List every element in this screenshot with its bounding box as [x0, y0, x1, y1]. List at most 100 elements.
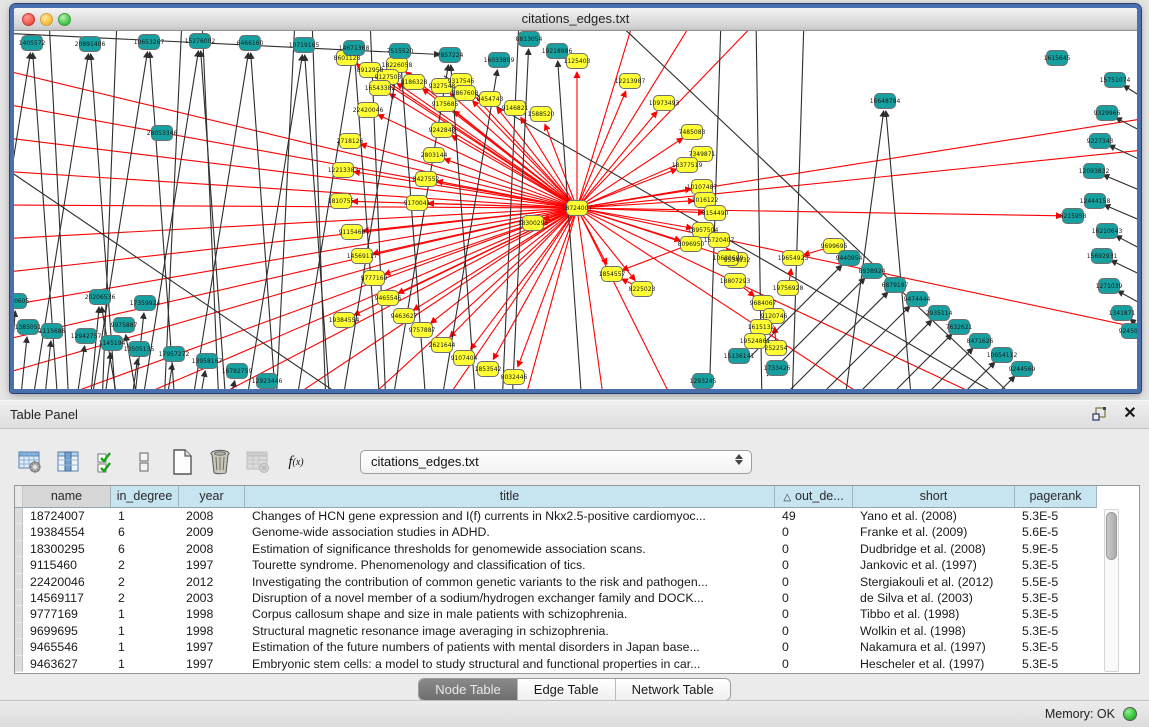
- table-cell[interactable]: 1998: [179, 623, 245, 639]
- table-cell[interactable]: 9463627: [23, 656, 111, 672]
- table-cell[interactable]: 2012: [179, 574, 245, 590]
- table-cell[interactable]: 9465546: [23, 639, 111, 655]
- table-cell[interactable]: 0: [775, 557, 853, 573]
- table-scrollbar-thumb[interactable]: [1106, 512, 1117, 560]
- table-cell[interactable]: 5.3E-5: [1015, 656, 1097, 672]
- table-cell[interactable]: 18300295: [23, 541, 111, 557]
- table-cell[interactable]: 0: [775, 524, 853, 540]
- table-cell[interactable]: 9115460: [23, 557, 111, 573]
- table-cell[interactable]: 5.9E-5: [1015, 541, 1097, 557]
- table-cell[interactable]: 5.3E-5: [1015, 639, 1097, 655]
- table-cell[interactable]: 5.3E-5: [1015, 623, 1097, 639]
- table-cell[interactable]: Investigating the contribution of common…: [245, 574, 775, 590]
- table-row[interactable]: 911546021997Tourette syndrome. Phenomeno…: [15, 557, 1139, 573]
- table-cell[interactable]: de Silva et al. (2003): [853, 590, 1015, 606]
- table-cell[interactable]: 2008: [179, 541, 245, 557]
- table-cell[interactable]: 9699695: [23, 623, 111, 639]
- table-cell[interactable]: 49: [775, 508, 853, 524]
- delete-icon[interactable]: [206, 447, 234, 477]
- table-cell[interactable]: 1: [111, 656, 179, 672]
- table-row[interactable]: 1456911722003Disruption of a novel membe…: [15, 590, 1139, 606]
- network-window-titlebar[interactable]: citations_edges.txt: [14, 8, 1137, 31]
- table-cell[interactable]: Embryonic stem cells: a model to study s…: [245, 656, 775, 672]
- table-cell[interactable]: 6: [111, 524, 179, 540]
- function-builder-icon[interactable]: f(x): [282, 447, 310, 477]
- table-cell[interactable]: Nakamura et al. (1997): [853, 639, 1015, 655]
- table-cell[interactable]: Hescheler et al. (1997): [853, 656, 1015, 672]
- table-cell[interactable]: 1998: [179, 606, 245, 622]
- table-cell[interactable]: Jankovic et al. (1997): [853, 557, 1015, 573]
- table-cell[interactable]: 9777169: [23, 606, 111, 622]
- table-row[interactable]: 1938455462009Genome-wide association stu…: [15, 524, 1139, 540]
- table-cell[interactable]: Estimation of the future numbers of pati…: [245, 639, 775, 655]
- table-cell[interactable]: 0: [775, 541, 853, 557]
- table-settings-icon[interactable]: [16, 447, 44, 477]
- table-cell[interactable]: 1: [111, 623, 179, 639]
- table-cell[interactable]: 0: [775, 623, 853, 639]
- table-cell[interactable]: 1997: [179, 656, 245, 672]
- table-cell[interactable]: 1: [111, 606, 179, 622]
- table-cell[interactable]: 2: [111, 590, 179, 606]
- table-cell[interactable]: 1997: [179, 639, 245, 655]
- table-cell[interactable]: Franke et al. (2009): [853, 524, 1015, 540]
- table-cell[interactable]: 2: [111, 557, 179, 573]
- table-row[interactable]: 977716911998Corpus callosum shape and si…: [15, 606, 1139, 622]
- table-cell[interactable]: 0: [775, 639, 853, 655]
- column-header-out_de[interactable]: △out_de...: [775, 486, 853, 508]
- table-cell[interactable]: 0: [775, 590, 853, 606]
- table-row[interactable]: 946554611997Estimation of the future num…: [15, 639, 1139, 655]
- table-scrollbar[interactable]: [1104, 509, 1119, 672]
- column-header-short[interactable]: short: [853, 486, 1015, 508]
- column-header-in_degree[interactable]: in_degree: [111, 486, 179, 508]
- table-cell[interactable]: 19384554: [23, 524, 111, 540]
- tab-node-table[interactable]: Node Table: [419, 679, 518, 700]
- tab-network-table[interactable]: Network Table: [616, 679, 730, 700]
- column-header-title[interactable]: title: [245, 486, 775, 508]
- table-cell[interactable]: 0: [775, 574, 853, 590]
- column-header-year[interactable]: year: [179, 486, 245, 508]
- table-cell[interactable]: 18724007: [23, 508, 111, 524]
- table-cell[interactable]: Disruption of a novel member of a sodium…: [245, 590, 775, 606]
- table-cell[interactable]: Tibbo et al. (1998): [853, 606, 1015, 622]
- tab-edge-table[interactable]: Edge Table: [518, 679, 616, 700]
- table-cell[interactable]: 1: [111, 508, 179, 524]
- table-cell[interactable]: 14569117: [23, 590, 111, 606]
- table-row[interactable]: 1872400712008Changes of HCN gene express…: [15, 508, 1139, 524]
- table-cell[interactable]: 5.3E-5: [1015, 590, 1097, 606]
- table-cell[interactable]: 2009: [179, 524, 245, 540]
- table-cell[interactable]: 1: [111, 639, 179, 655]
- column-visibility-icon[interactable]: [54, 447, 82, 477]
- table-row[interactable]: 969969511998Structural magnetic resonanc…: [15, 623, 1139, 639]
- close-panel-icon[interactable]: ✕: [1121, 405, 1139, 423]
- select-all-icon[interactable]: [92, 447, 120, 477]
- table-cell[interactable]: Changes of HCN gene expression and I(f) …: [245, 508, 775, 524]
- table-cell[interactable]: 5.3E-5: [1015, 508, 1097, 524]
- table-row[interactable]: 946362711997Embryonic stem cells: a mode…: [15, 656, 1139, 672]
- table-cell[interactable]: 2003: [179, 590, 245, 606]
- table-cell[interactable]: Wolkin et al. (1998): [853, 623, 1015, 639]
- table-cell[interactable]: Genome-wide association studies in ADHD.: [245, 524, 775, 540]
- table-cell[interactable]: Estimation of significance thresholds fo…: [245, 541, 775, 557]
- table-select-dropdown[interactable]: citations_edges.txt: [360, 450, 752, 474]
- table-cell[interactable]: 1997: [179, 557, 245, 573]
- column-header-pagerank[interactable]: pagerank: [1015, 486, 1097, 508]
- table-cell[interactable]: Structural magnetic resonance image aver…: [245, 623, 775, 639]
- table-cell[interactable]: 2: [111, 574, 179, 590]
- table-cell[interactable]: 5.3E-5: [1015, 606, 1097, 622]
- new-table-icon[interactable]: [168, 447, 196, 477]
- clear-selection-icon[interactable]: [130, 447, 158, 477]
- table-cell[interactable]: Stergiakouli et al. (2012): [853, 574, 1015, 590]
- table-cell[interactable]: Yano et al. (2008): [853, 508, 1015, 524]
- table-cell[interactable]: 6: [111, 541, 179, 557]
- table-cell[interactable]: 0: [775, 656, 853, 672]
- table-cell[interactable]: 5.3E-5: [1015, 557, 1097, 573]
- table-cell[interactable]: Tourette syndrome. Phenomenology and cla…: [245, 557, 775, 573]
- table-cell[interactable]: Dudbridge et al. (2008): [853, 541, 1015, 557]
- table-cell[interactable]: 5.6E-5: [1015, 524, 1097, 540]
- table-cell[interactable]: 2008: [179, 508, 245, 524]
- network-canvas[interactable]: 1872400786011288912958182260589127503165…: [14, 31, 1137, 389]
- table-cell[interactable]: 0: [775, 606, 853, 622]
- table-cell[interactable]: Corpus callosum shape and size in male p…: [245, 606, 775, 622]
- table-cell[interactable]: 22420046: [23, 574, 111, 590]
- table-row[interactable]: 1830029562008Estimation of significance …: [15, 541, 1139, 557]
